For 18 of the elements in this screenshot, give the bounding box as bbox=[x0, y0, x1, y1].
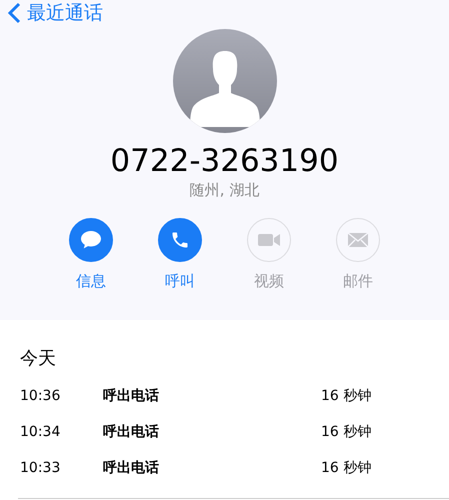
call-type: 呼出电话 bbox=[103, 387, 160, 405]
call-duration: 16 秒钟 bbox=[321, 423, 372, 441]
envelope-icon bbox=[347, 232, 369, 248]
call-duration: 16 秒钟 bbox=[321, 459, 372, 477]
call-type: 呼出电话 bbox=[103, 459, 160, 477]
call-type: 呼出电话 bbox=[103, 423, 160, 441]
chevron-left-icon bbox=[8, 2, 21, 24]
call-time: 10:34 bbox=[20, 424, 62, 440]
section-heading: 今天 bbox=[20, 347, 57, 370]
phone-icon bbox=[170, 230, 190, 250]
call-time: 10:33 bbox=[20, 460, 62, 476]
location: 随州, 湖北 bbox=[190, 181, 260, 200]
back-button[interactable]: 最近通话 bbox=[0, 0, 103, 26]
chat-bubble-icon bbox=[80, 230, 102, 250]
phone-number: 0722-3263190 bbox=[110, 143, 339, 179]
video-camera-icon bbox=[257, 232, 281, 248]
call-time: 10:36 bbox=[20, 388, 62, 404]
call-duration: 16 秒钟 bbox=[321, 387, 372, 405]
